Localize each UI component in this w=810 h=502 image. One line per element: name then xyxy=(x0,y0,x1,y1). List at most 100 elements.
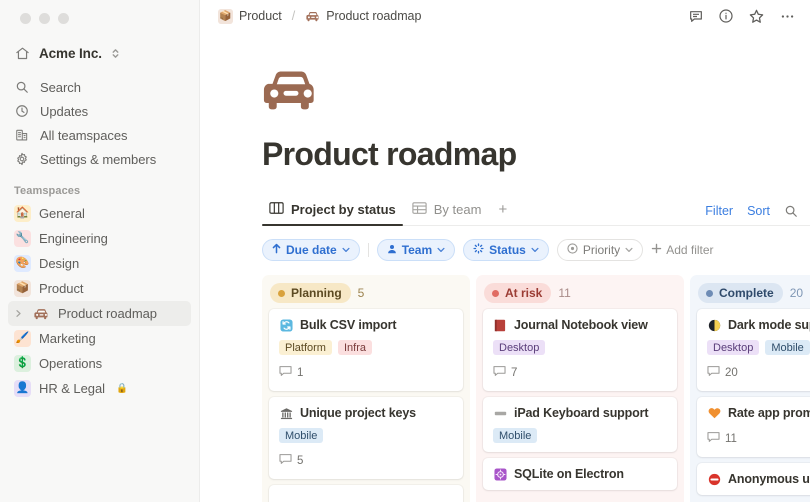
board-card[interactable]: SQLite on Electron xyxy=(483,458,677,490)
floppy-disk-icon xyxy=(493,467,507,481)
card-tags: Mobile xyxy=(279,428,453,443)
card-header: SQLite on Electron xyxy=(493,467,667,481)
board-card[interactable]: Anonymous usage xyxy=(697,463,810,495)
tag: Mobile xyxy=(493,428,537,443)
board-card[interactable]: Bulk CSV import Platform Infra 1 xyxy=(269,309,463,391)
car-icon[interactable] xyxy=(262,68,320,112)
board-card[interactable]: Rate app prompt 11 xyxy=(697,397,810,457)
sidebar-item-product[interactable]: 📦 Product xyxy=(8,276,191,301)
column-name: Planning xyxy=(291,286,342,300)
sidebar-item-product-roadmap[interactable]: Product roadmap xyxy=(8,301,191,326)
top-actions xyxy=(688,8,798,25)
window-traffic-lights[interactable] xyxy=(8,0,191,24)
column-count: 11 xyxy=(558,286,570,300)
card-title: SQLite on Electron xyxy=(514,467,624,481)
sidebar: Acme Inc. Search Updates xyxy=(0,0,200,502)
tab-by-team[interactable]: By team xyxy=(405,201,489,225)
teamspace-label: Operations xyxy=(39,356,102,371)
person-icon xyxy=(387,243,397,257)
comment-icon xyxy=(707,430,720,448)
zoom-button[interactable] xyxy=(58,13,69,24)
filter-team[interactable]: Team xyxy=(377,239,455,261)
primary-nav: Search Updates All teamspaces Settings &… xyxy=(8,75,191,171)
card-title: iPad Keyboard support xyxy=(514,406,648,420)
minimize-button[interactable] xyxy=(39,13,50,24)
card-header: iPad Keyboard support xyxy=(493,406,667,420)
sidebar-item-marketing[interactable]: 🖌️ Marketing xyxy=(8,326,191,351)
workspace-switcher[interactable]: Acme Inc. xyxy=(8,39,191,67)
tag: Mobile xyxy=(765,340,809,355)
board-card[interactable]: Dark mode support Desktop Mobile 20 xyxy=(697,309,810,391)
card-tags: Desktop Mobile xyxy=(707,340,810,355)
card-header: Dark mode support xyxy=(707,318,810,332)
sidebar-item-general[interactable]: 🏠 General xyxy=(8,201,191,226)
filter-priority[interactable]: Priority xyxy=(557,239,643,261)
person-emoji-icon: 👤 xyxy=(14,380,31,397)
view-tabs-bar: Project by status By team + Filter Sort xyxy=(262,195,810,226)
board-card-partial[interactable] xyxy=(269,485,463,502)
sidebar-item-search[interactable]: Search xyxy=(8,75,191,99)
filter-button[interactable]: Filter xyxy=(705,204,733,218)
comment-icon xyxy=(493,364,506,382)
filter-status[interactable]: Status xyxy=(463,239,549,261)
chevron-updown-icon[interactable] xyxy=(111,47,120,60)
sidebar-item-label: Settings & members xyxy=(40,152,156,167)
card-title: Bulk CSV import xyxy=(300,318,396,332)
card-title: Unique project keys xyxy=(300,406,416,420)
breadcrumb-item-product-roadmap[interactable]: Product roadmap xyxy=(301,7,425,26)
card-header: Bulk CSV import xyxy=(279,318,453,332)
package-emoji-icon: 📦 xyxy=(218,9,233,24)
card-tags: Mobile xyxy=(493,428,667,443)
house-emoji-icon: 🏠 xyxy=(14,205,31,222)
status-badge: At risk xyxy=(484,283,551,303)
sidebar-item-design[interactable]: 🎨 Design xyxy=(8,251,191,276)
sidebar-item-updates[interactable]: Updates xyxy=(8,99,191,123)
filter-label: Priority xyxy=(583,243,620,257)
teamspace-label: Product roadmap xyxy=(58,306,157,321)
column-header[interactable]: Complete 20 xyxy=(697,282,810,304)
view-tabs: Project by status By team + xyxy=(262,201,705,225)
star-icon[interactable] xyxy=(748,8,765,25)
sidebar-item-all-teamspaces[interactable]: All teamspaces xyxy=(8,123,191,147)
board-card[interactable]: iPad Keyboard support Mobile xyxy=(483,397,677,452)
column-count: 20 xyxy=(790,286,803,300)
orange-heart-icon xyxy=(707,406,721,420)
chevron-right-icon[interactable] xyxy=(14,309,25,318)
sidebar-item-settings-members[interactable]: Settings & members xyxy=(8,147,191,171)
arrow-up-icon xyxy=(272,243,281,257)
tab-project-by-status[interactable]: Project by status xyxy=(262,201,403,225)
board-card[interactable]: Unique project keys Mobile 5 xyxy=(269,397,463,479)
more-icon[interactable] xyxy=(779,8,796,25)
add-view-button[interactable]: + xyxy=(490,201,515,225)
app-window: Acme Inc. Search Updates xyxy=(0,0,810,502)
card-meta: 20 xyxy=(707,364,810,382)
breadcrumb-item-product[interactable]: 📦 Product xyxy=(214,7,286,26)
column-header[interactable]: At risk 11 xyxy=(483,282,677,304)
card-title: Rate app prompt xyxy=(728,406,810,420)
sidebar-item-operations[interactable]: 💲 Operations xyxy=(8,351,191,376)
breadcrumb-label: Product roadmap xyxy=(326,9,421,23)
sidebar-item-hr-legal[interactable]: 👤 HR & Legal 🔒 xyxy=(8,376,191,401)
info-icon[interactable] xyxy=(718,8,734,24)
sort-button[interactable]: Sort xyxy=(747,204,770,218)
comment-count: 7 xyxy=(511,367,517,379)
search-icon[interactable] xyxy=(784,204,798,218)
close-button[interactable] xyxy=(20,13,31,24)
status-dot-icon xyxy=(492,290,499,297)
card-header: Rate app prompt xyxy=(707,406,810,420)
search-icon xyxy=(14,79,30,95)
status-dot-icon xyxy=(278,290,285,297)
comments-icon[interactable] xyxy=(688,8,704,24)
column-header[interactable]: Planning 5 xyxy=(269,282,463,304)
home-icon xyxy=(14,45,30,61)
chevron-down-icon xyxy=(342,246,350,255)
add-filter-button[interactable]: Add filter xyxy=(651,243,713,257)
wrench-emoji-icon: 🔧 xyxy=(14,230,31,247)
board-card[interactable]: Journal Notebook view Desktop 7 xyxy=(483,309,677,391)
sidebar-item-engineering[interactable]: 🔧 Engineering xyxy=(8,226,191,251)
filter-due-date[interactable]: Due date xyxy=(262,239,360,261)
teamspace-label: General xyxy=(39,206,85,221)
teamspace-label: Design xyxy=(39,256,79,271)
money-emoji-icon: 💲 xyxy=(14,355,31,372)
sidebar-item-label: Updates xyxy=(40,104,88,119)
